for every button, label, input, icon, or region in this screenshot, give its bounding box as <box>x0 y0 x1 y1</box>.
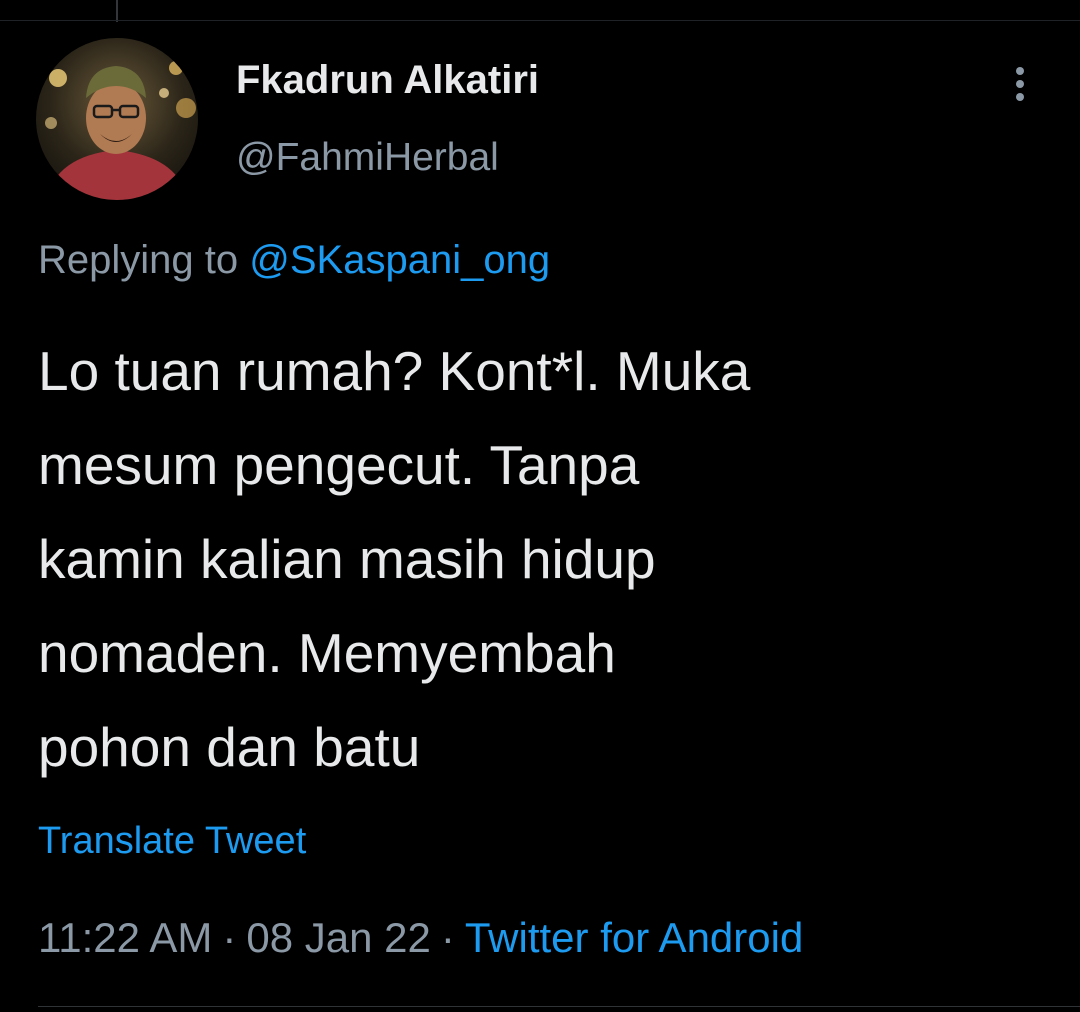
more-vertical-icon-dot <box>1016 80 1024 88</box>
tweet-body-text: Lo tuan rumah? Kont*l. Muka mesum pengec… <box>38 340 751 778</box>
avatar-photo <box>36 38 198 200</box>
top-divider <box>0 20 1080 21</box>
bottom-divider <box>38 1006 1080 1007</box>
author-display-name[interactable]: Fkadrun Alkatiri <box>236 58 539 103</box>
tweet-metadata: 11:22 AM · 08 Jan 22 · Twitter for Android <box>38 914 803 962</box>
tweet-time[interactable]: 11:22 AM <box>38 914 212 961</box>
more-vertical-icon <box>1016 67 1024 75</box>
thread-connector-line <box>116 0 118 22</box>
replying-to-line: Replying to @SKaspani_ong <box>38 238 550 283</box>
author-avatar[interactable] <box>36 38 198 200</box>
more-vertical-icon-dot <box>1016 93 1024 101</box>
author-handle[interactable]: @FahmiHerbal <box>236 136 499 180</box>
replying-prefix: Replying to <box>38 238 239 282</box>
tweet-source-link[interactable]: Twitter for Android <box>465 914 803 961</box>
meta-separator: · <box>222 914 237 961</box>
translate-tweet-link[interactable]: Translate Tweet <box>38 820 306 863</box>
meta-separator: · <box>440 914 455 961</box>
more-options-button[interactable] <box>1000 58 1040 110</box>
replying-to-mention[interactable]: @SKaspani_ong <box>249 238 550 282</box>
tweet-date[interactable]: 08 Jan 22 <box>246 914 431 961</box>
